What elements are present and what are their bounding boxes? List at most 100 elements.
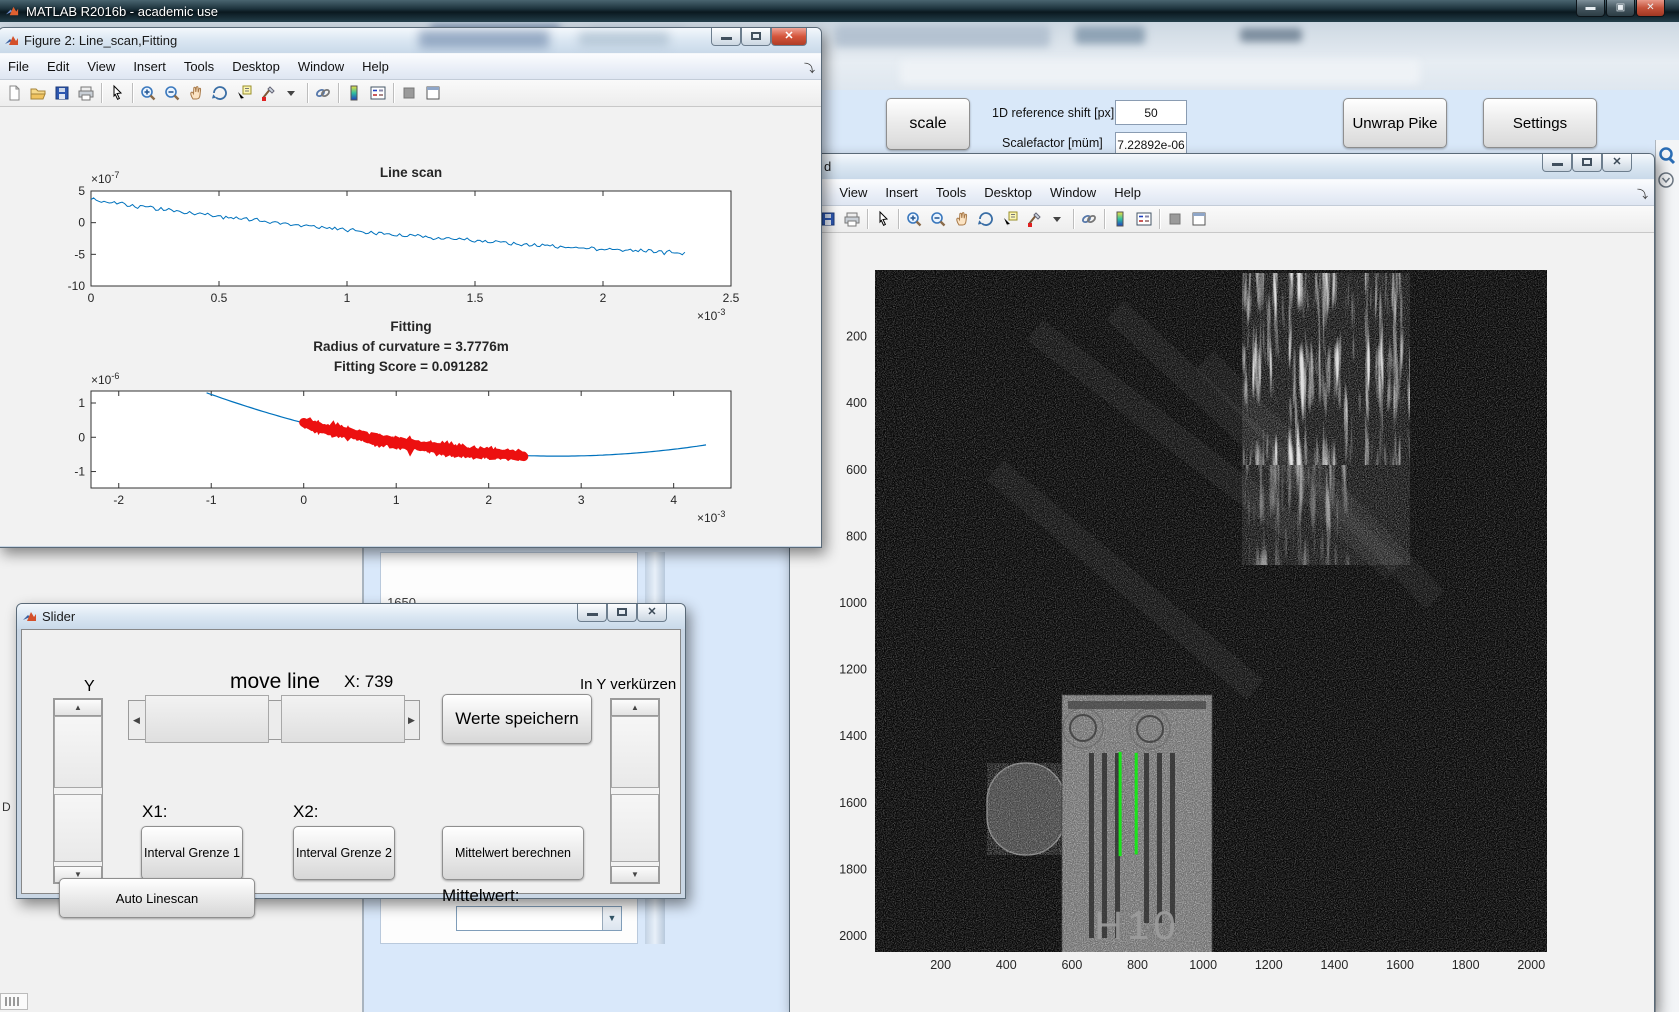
brush-icon[interactable] [256,82,280,104]
close-button[interactable]: ✕ [771,28,807,46]
auto-linescan-button[interactable]: Auto Linescan [59,878,255,918]
control-panel: scale 1D reference shift [px]: Scalefact… [822,90,1679,158]
pan-hand-icon[interactable] [184,82,208,104]
pan-hand-icon[interactable] [950,208,974,230]
menu-item-window[interactable]: Window [1041,182,1105,203]
print-icon[interactable] [840,208,864,230]
tick-label: 4 [670,493,677,507]
minimize-button[interactable]: ▬ [1576,0,1605,17]
background-combobox[interactable]: ▼ [456,906,622,931]
y-slider-left[interactable]: ▲ ▼ [53,698,103,884]
window-resize-grip[interactable] [0,993,28,1010]
open-folder-icon[interactable] [26,82,50,104]
menu-item-window[interactable]: Window [289,56,353,77]
figure2-canvas: Line scan ×10-7 5 0 -5 -10 0 0.5 1 1.5 2 2.5 ×10-3 Fi… [0,107,821,546]
brush-icon[interactable] [1022,208,1046,230]
close-button[interactable]: ✕ [1636,0,1665,17]
figure2-plots[interactable]: Line scan×10-750-5-100 0.5 1 1.5 2 2.5×10-3Fi… [0,107,821,546]
slider-segment[interactable] [54,716,102,788]
figure-image-toolbar [790,206,1654,233]
rotate-3d-icon[interactable] [208,82,232,104]
figure-image-titlebar[interactable]: d ✕ [790,154,1654,179]
maximize-button[interactable] [741,28,771,46]
menu-item-help[interactable]: Help [1105,182,1150,203]
arrow-left-icon[interactable]: ◀ [129,701,144,739]
menu-item-tools[interactable]: Tools [927,182,975,203]
menu-item-file[interactable]: File [0,56,38,77]
arrow-up-icon[interactable]: ▲ [54,699,102,716]
dock-window-icon[interactable] [1187,208,1211,230]
zoom-in-icon[interactable] [902,208,926,230]
close-button[interactable]: ✕ [637,604,667,622]
menu-item-tools[interactable]: Tools [175,56,223,77]
legend-icon[interactable] [1132,208,1156,230]
save-icon[interactable] [50,82,74,104]
colorbar-icon[interactable] [342,82,366,104]
menu-item-desktop[interactable]: Desktop [975,182,1041,203]
menu-item-help[interactable]: Help [353,56,398,77]
minimize-button[interactable] [711,28,741,46]
zoom-out-icon[interactable] [160,82,184,104]
maximize-button[interactable]: ▣ [1606,0,1635,17]
link-plot-icon[interactable] [1077,208,1101,230]
slider-titlebar[interactable]: Slider ✕ [17,604,685,629]
menu-item-desktop[interactable]: Desktop [223,56,289,77]
menu-item-view[interactable]: View [78,56,124,77]
figure2-titlebar[interactable]: Figure 2: Line_scan,Fitting ✕ [0,28,821,53]
pointer-icon[interactable] [105,82,129,104]
arrow-right-icon[interactable]: ▶ [404,701,419,739]
maximize-button[interactable] [607,604,637,622]
tick-label: 800 [846,529,867,543]
legend-icon[interactable] [366,82,390,104]
slider-segment[interactable] [611,716,659,788]
expand-circle-icon[interactable] [1658,172,1674,188]
menu-item-insert[interactable]: Insert [876,182,927,203]
colorbar-icon[interactable] [1108,208,1132,230]
interval-grenze-1-button[interactable]: Interval Grenze 1 [141,826,243,880]
rotate-3d-icon[interactable] [974,208,998,230]
minimize-button[interactable] [577,604,607,622]
dock-plain-icon[interactable] [397,82,421,104]
speckle-image-axes[interactable]: 200 400 600 800 1000 1200 1400 1600 1800 2000 200 4… [790,233,1654,1012]
slider-gui-panel: Y move line X: 739 In Y verkürzen ▲ ▼ ▲ … [21,629,681,918]
arrow-down-icon[interactable]: ▼ [611,866,659,883]
dock-arrow-icon[interactable]: ⤵ [804,60,815,76]
data-cursor-icon[interactable] [998,208,1022,230]
move-line-slider[interactable]: ◀ ▶ [128,695,420,743]
maximize-button[interactable] [1572,154,1602,172]
new-document-icon[interactable] [2,82,26,104]
close-button[interactable]: ✕ [1602,154,1632,172]
mittelwert-berechnen-button[interactable]: Mittelwert berechnen [442,826,584,880]
pointer-icon[interactable] [871,208,895,230]
slider-segment[interactable] [54,794,102,862]
dock-window-icon[interactable] [421,82,445,104]
menu-item-edit[interactable]: Edit [38,56,78,77]
main-window-titlebar[interactable]: MATLAB R2016b - academic use ▬ ▣ ✕ [0,0,1679,22]
y-slider-right[interactable]: ▲ ▼ [610,698,660,884]
data-cursor-icon[interactable] [232,82,256,104]
slider-segment[interactable] [281,695,405,743]
zoom-out-icon[interactable] [926,208,950,230]
werte-speichern-button[interactable]: Werte speichern [442,694,592,744]
tick-label: 1.5 [467,291,484,305]
scale-button[interactable]: scale [886,98,970,150]
caret-down-icon[interactable] [1046,208,1070,230]
unwrap-pike-button[interactable]: Unwrap Pike [1343,98,1447,148]
link-plot-icon[interactable] [311,82,335,104]
settings-button[interactable]: Settings [1483,98,1597,148]
interval-grenze-2-button[interactable]: Interval Grenze 2 [293,826,395,880]
chevron-down-icon[interactable]: ▼ [602,907,621,930]
dock-arrow-icon[interactable]: ⤵ [1637,186,1648,202]
slider-segment[interactable] [611,794,659,862]
menu-item-view[interactable]: View [830,182,876,203]
search-icon[interactable] [1659,147,1676,165]
slider-thumb[interactable] [145,695,269,743]
caret-down-icon[interactable] [280,82,304,104]
arrow-up-icon[interactable]: ▲ [611,699,659,716]
dock-plain-icon[interactable] [1163,208,1187,230]
zoom-in-icon[interactable] [136,82,160,104]
ref-shift-input[interactable] [1115,100,1187,125]
print-icon[interactable] [74,82,98,104]
menu-item-insert[interactable]: Insert [124,56,175,77]
minimize-button[interactable] [1542,154,1572,172]
